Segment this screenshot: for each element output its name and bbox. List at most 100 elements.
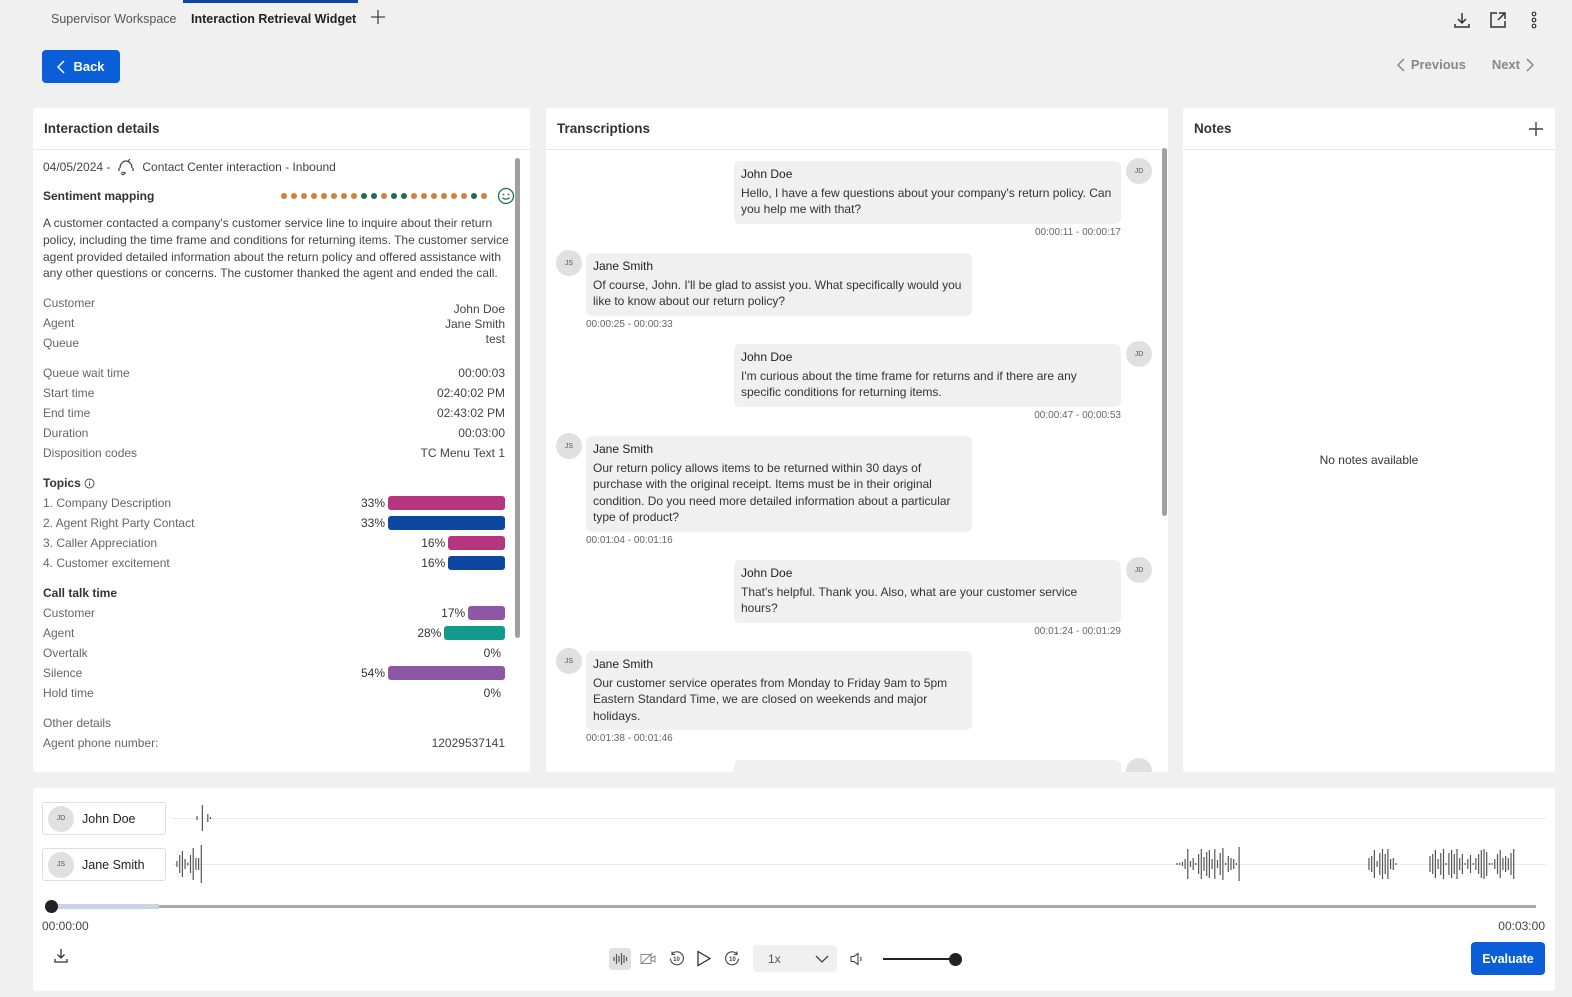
queue-value: test — [485, 332, 505, 347]
topics-percent: 16% — [421, 556, 446, 571]
more-options-button[interactable] — [1524, 9, 1544, 31]
back-button[interactable]: Back — [42, 50, 120, 83]
agent-phone-label: Agent phone number: — [43, 736, 159, 751]
sentiment-dot — [321, 193, 327, 199]
speaker-name: Jane Smith — [593, 657, 654, 671]
avatar: JD — [1126, 341, 1152, 367]
play-button[interactable] — [693, 948, 715, 970]
add-tab-button[interactable] — [371, 8, 385, 28]
call-talk-time-title: Call talk time — [43, 586, 118, 601]
volume-handle[interactable] — [949, 952, 962, 966]
waveform-icon — [613, 952, 628, 965]
talk-label: Hold time — [43, 686, 94, 701]
chevron-right-icon — [1526, 57, 1534, 72]
volume-icon — [850, 951, 862, 966]
avatar: JS — [556, 648, 582, 674]
talk-bar — [468, 606, 505, 621]
sentiment-dot — [471, 193, 477, 199]
volume-slider[interactable] — [883, 952, 962, 966]
contact-center-icon — [118, 158, 135, 176]
detail-value: 02:43:02 PM — [436, 406, 505, 421]
waveform-toggle-button[interactable] — [609, 947, 631, 970]
transcript-message: Jane Smith Our return policy allows items… — [586, 436, 972, 532]
forward-10-icon: 10 — [724, 951, 739, 966]
play-icon — [697, 950, 712, 967]
talk-row: Overtalk 0% — [43, 643, 505, 663]
agent-value: Jane Smith — [444, 317, 505, 332]
sentiment-dot — [351, 193, 357, 199]
topics-bar — [448, 556, 505, 571]
video-toggle-button[interactable] — [637, 948, 659, 970]
total-time: 00:03:00 — [1498, 919, 1545, 933]
details-scrollbar[interactable] — [515, 158, 520, 638]
tab-supervisor-workspace[interactable]: Supervisor Workspace — [51, 12, 177, 26]
download-button[interactable] — [1452, 9, 1472, 31]
download-audio-button[interactable] — [53, 948, 69, 969]
download-icon — [1454, 13, 1470, 28]
transcriptions-panel: Transcriptions John Doe Hello, I have a f… — [546, 108, 1168, 772]
message-bubble: John Doe I'm curious about the time frame… — [734, 344, 1121, 407]
interaction-details-panel: Interaction details 04/05/2024 - Contact… — [33, 108, 530, 772]
transcript-message: Jane Smith Of course, John. I'll be glad … — [586, 253, 972, 316]
sentiment-dot — [481, 193, 487, 199]
forward-10-button[interactable]: 10 — [721, 948, 743, 970]
external-link-icon — [1490, 12, 1506, 28]
topics-row: 1. Company Description 33% — [43, 493, 505, 513]
playhead-handle[interactable] — [45, 900, 58, 913]
avatar: JD — [1126, 557, 1152, 583]
topics-percent: 33% — [360, 496, 385, 511]
sentiment-dot — [431, 193, 437, 199]
open-external-button[interactable] — [1488, 9, 1508, 31]
talk-label: Agent — [43, 626, 75, 641]
current-time: 00:00:00 — [42, 919, 89, 933]
waveform[interactable] — [33, 788, 1555, 898]
transcript-message: John Doe Hello, I have a few questions ab… — [734, 161, 1121, 224]
message-text: Our return policy allows items to be ret… — [593, 460, 951, 525]
talk-percent: 54% — [360, 666, 385, 681]
plus-icon — [371, 10, 385, 24]
message-timestamp: 00:00:25 - 00:00:33 — [586, 319, 673, 330]
talk-label: Overtalk — [43, 646, 88, 661]
sentiment-dot — [331, 193, 337, 199]
topics-label: 3. Caller Appreciation — [43, 536, 158, 551]
sentiment-dot — [281, 193, 287, 199]
message-text: I'm curious about the time frame for ret… — [741, 368, 1077, 400]
next-label: Next — [1491, 57, 1520, 72]
sentiment-dot — [421, 193, 427, 199]
add-note-button[interactable] — [1528, 121, 1544, 137]
detail-value: 00:03:00 — [458, 426, 505, 441]
chevron-left-icon — [57, 59, 65, 74]
speaker-name: John Doe — [741, 566, 793, 580]
transcript-message: John Doe That's helpful. Thank you. Also,… — [734, 560, 1121, 623]
panel-title: Transcriptions — [557, 121, 651, 136]
notes-panel: Notes No notes available — [1183, 108, 1555, 772]
message-text: Hello, I have a few questions about your… — [741, 185, 1112, 217]
playback-timeline[interactable] — [45, 900, 1536, 913]
notes-empty-message: No notes available — [1319, 453, 1419, 467]
playback-speed-select[interactable]: 1x — [753, 945, 837, 972]
message-bubble: John Doe That's helpful. Thank you. Also,… — [734, 560, 1121, 623]
avatar: JS — [556, 250, 582, 276]
transcript-scrollbar[interactable] — [1162, 148, 1167, 516]
more-vertical-icon — [1531, 11, 1537, 29]
rewind-10-button[interactable]: 10 — [665, 948, 687, 970]
detail-label: Start time — [43, 386, 95, 401]
info-icon[interactable] — [84, 478, 95, 489]
next-button[interactable]: Next — [1492, 57, 1534, 72]
agent-phone-value: 12029537141 — [431, 736, 505, 751]
interaction-summary: A customer contacted a company's custome… — [43, 216, 509, 281]
talk-percent: 0% — [483, 686, 501, 701]
previous-button[interactable]: Previous — [1396, 57, 1466, 72]
evaluate-button[interactable]: Evaluate — [1471, 942, 1545, 975]
message-bubble: Jane Smith Of course, John. I'll be glad … — [586, 253, 972, 316]
topics-row: 4. Customer excitement 16% — [43, 553, 505, 573]
topics-bar — [388, 516, 505, 531]
tab-interaction-retrieval-widget[interactable]: Interaction Retrieval Widget — [191, 12, 356, 26]
mute-button[interactable] — [847, 948, 869, 970]
talk-percent: 0% — [483, 646, 501, 661]
avatar-partial — [1126, 758, 1152, 772]
topics-bar — [388, 496, 505, 511]
sentiment-dot — [411, 193, 417, 199]
message-bubble: Jane Smith Our return policy allows items… — [586, 436, 972, 532]
message-text: That's helpful. Thank you. Also, what ar… — [741, 584, 1078, 616]
